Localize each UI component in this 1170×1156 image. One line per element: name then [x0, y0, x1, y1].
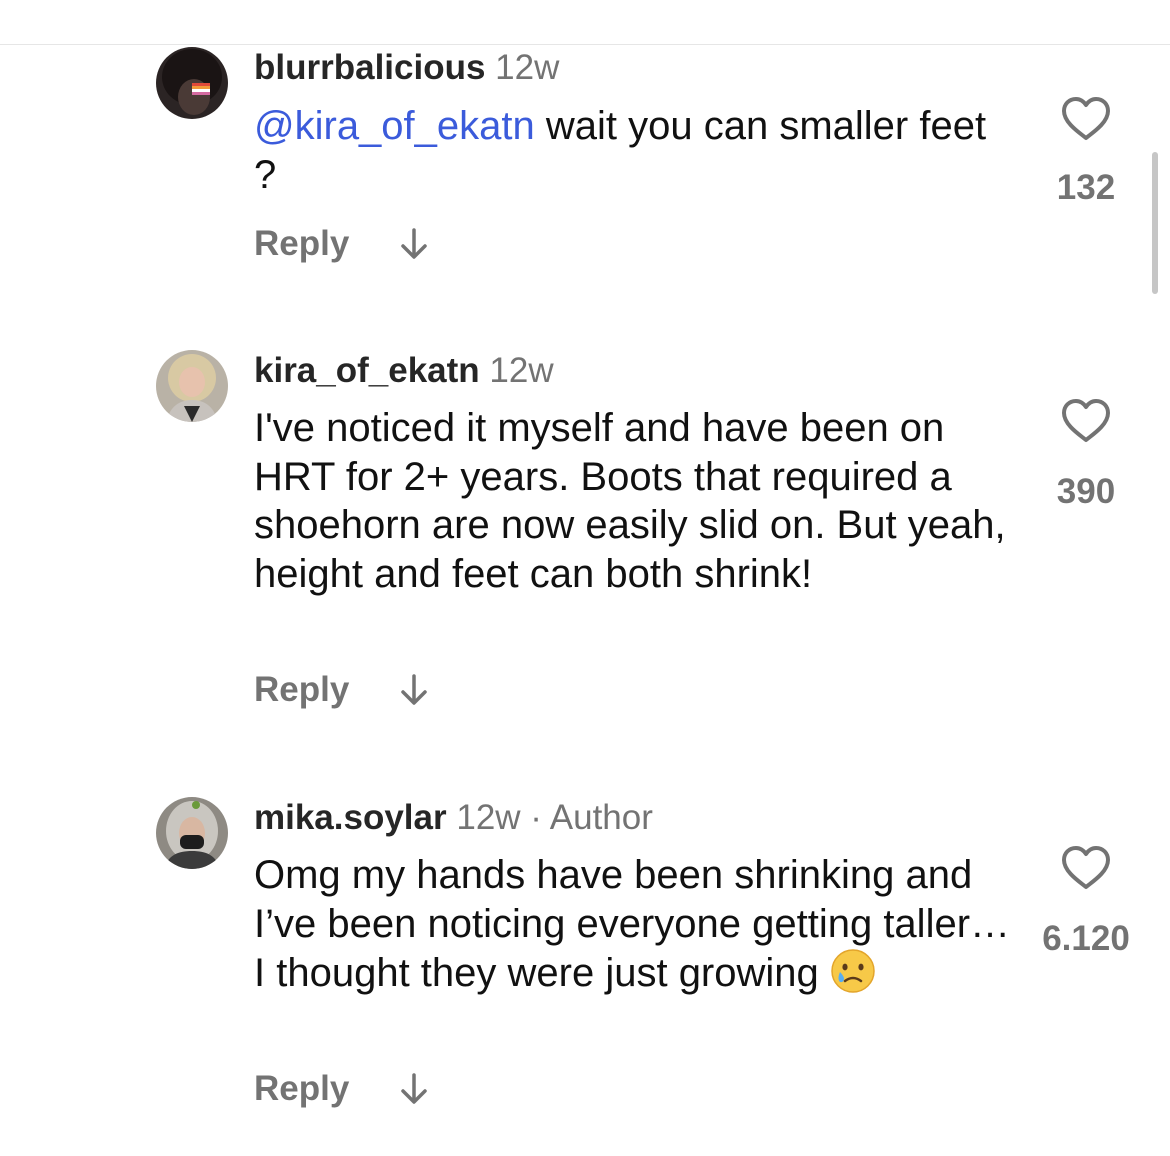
timestamp: 12w [456, 798, 521, 837]
like-count: 6.120 [1042, 919, 1130, 958]
comment-header: blurrbalicious 12w [254, 46, 559, 90]
arrow-down-icon[interactable] [399, 226, 429, 262]
sad-tear-emoji-icon [831, 949, 875, 993]
reply-button[interactable]: Reply [254, 224, 349, 264]
like-control: 390 [1040, 398, 1132, 514]
timestamp: 12w [495, 48, 560, 87]
heart-icon[interactable] [1060, 845, 1112, 891]
avatar[interactable] [156, 797, 228, 869]
arrow-down-icon[interactable] [399, 672, 429, 708]
avatar[interactable] [156, 350, 228, 422]
like-count: 132 [1056, 168, 1116, 207]
heart-icon[interactable] [1060, 96, 1112, 142]
top-divider [0, 44, 1170, 45]
timestamp: 12w [489, 351, 554, 390]
avatar[interactable] [156, 47, 228, 119]
username[interactable]: mika.soylar [254, 798, 447, 837]
arrow-down-icon[interactable] [399, 1071, 429, 1107]
separator-dot: · [520, 798, 550, 837]
comment-text: I've noticed it myself and have been on … [254, 406, 1006, 596]
reply-row: Reply [254, 222, 429, 266]
like-count: 390 [1056, 472, 1116, 511]
like-control: 132 [1040, 96, 1132, 210]
reply-row: Reply [254, 668, 429, 712]
author-badge: Author [549, 798, 653, 837]
username[interactable]: blurrbalicious [254, 48, 485, 87]
mention-link[interactable]: @kira_of_ekatn [254, 104, 535, 148]
comment-text: @kira_of_ekatn wait you can smaller feet… [254, 102, 1014, 199]
username[interactable]: kira_of_ekatn [254, 351, 480, 390]
like-control: 6.120 [1040, 845, 1132, 961]
reply-button[interactable]: Reply [254, 1069, 349, 1109]
scrollbar[interactable] [1152, 152, 1158, 294]
heart-icon[interactable] [1060, 398, 1112, 444]
comment-text: Omg my hands have been shrinking and I’v… [254, 851, 1014, 998]
comment-body: Omg my hands have been shrinking and I’v… [254, 853, 1011, 995]
comment-header: mika.soylar 12w · Author [254, 796, 653, 840]
reply-row: Reply [254, 1067, 429, 1111]
comment-header: kira_of_ekatn 12w [254, 349, 554, 393]
reply-button[interactable]: Reply [254, 670, 349, 710]
